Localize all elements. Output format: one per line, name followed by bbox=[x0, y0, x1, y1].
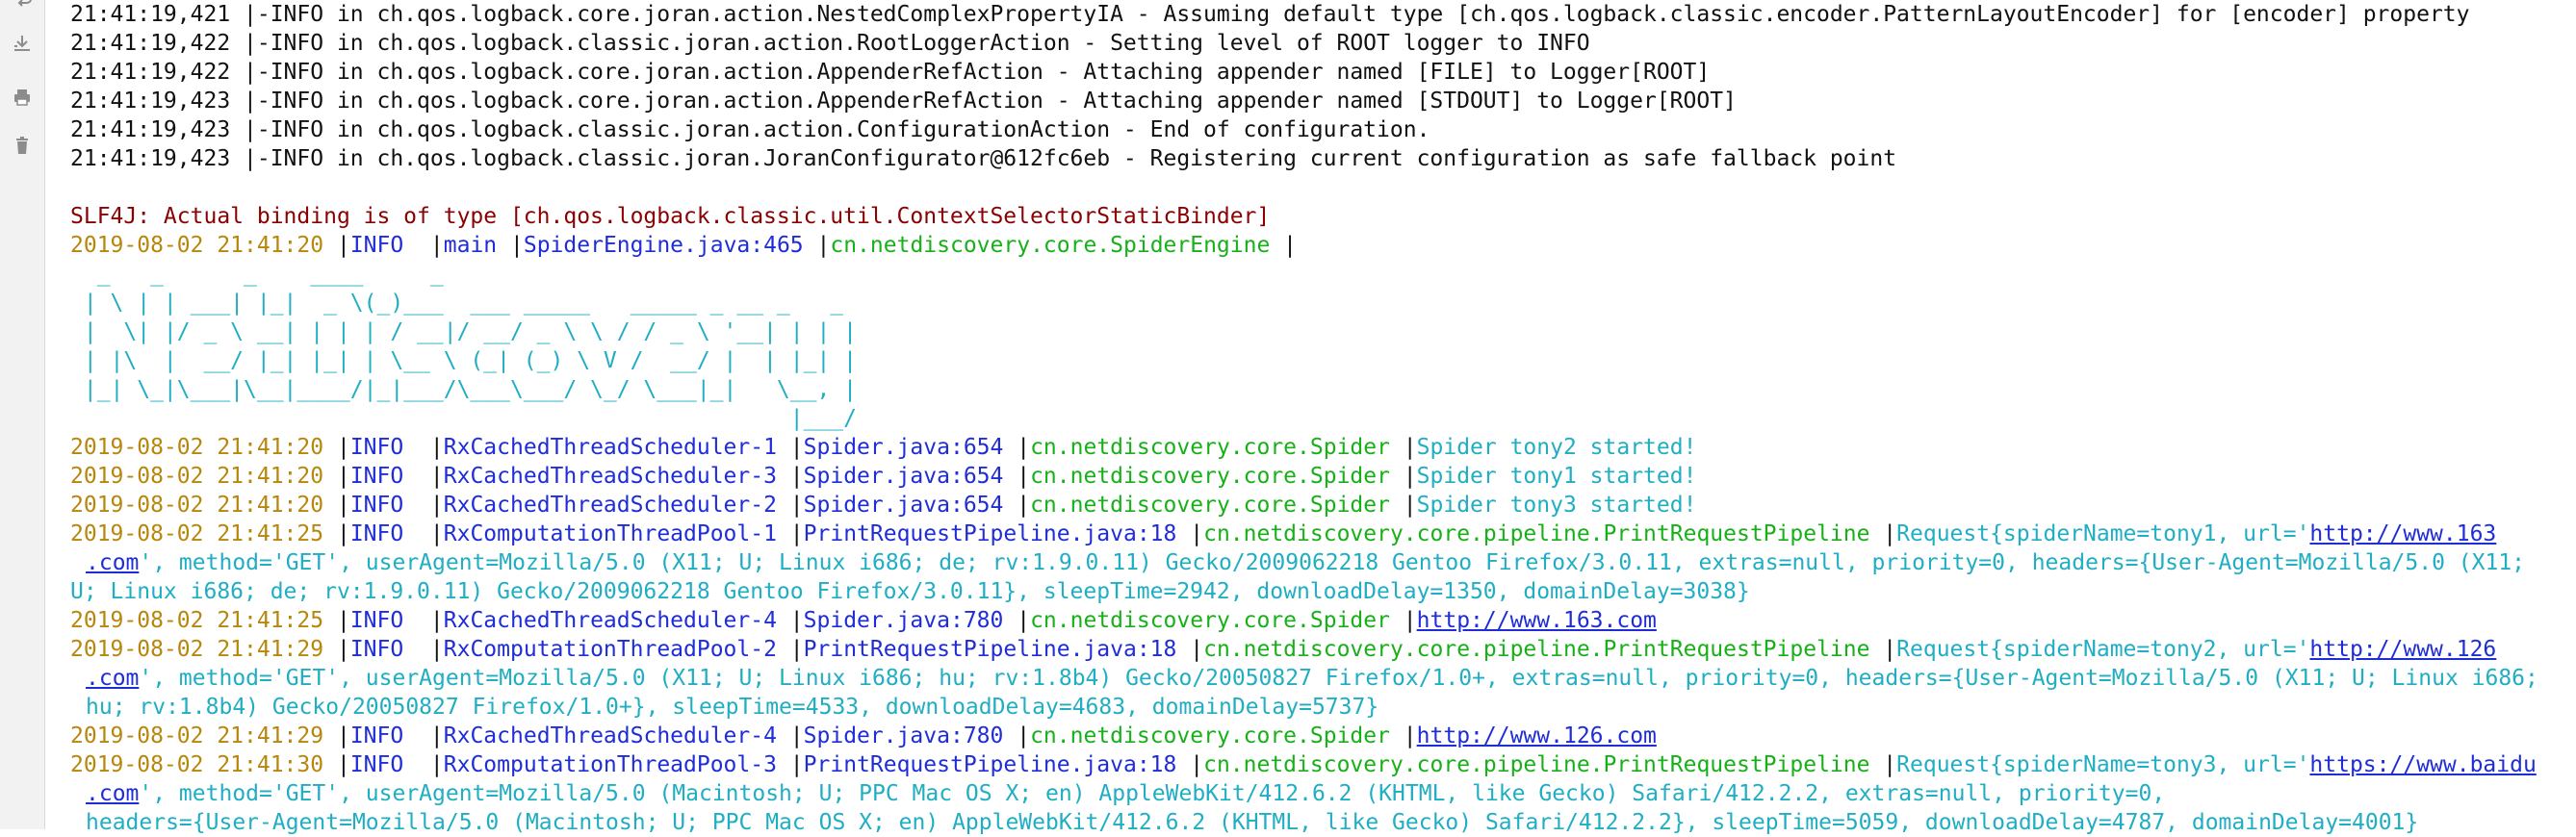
log-timestamp: 2019-08-02 21:41:20 bbox=[70, 233, 324, 258]
log-logger: cn.netdiscovery.core.Spider bbox=[1030, 464, 1390, 489]
log-level: INFO bbox=[349, 464, 418, 489]
log-source: Spider.java:654 bbox=[803, 464, 1004, 489]
log-line-wrap: .com', method='GET', userAgent=Mozilla/5… bbox=[70, 664, 2576, 693]
log-level: INFO bbox=[349, 435, 418, 460]
log-thread: RxCachedThreadScheduler-1 bbox=[443, 435, 777, 460]
banner-line: |_| \_|\___|\__|____/|_|___/\___\___/ \_… bbox=[70, 377, 857, 402]
log-level: INFO bbox=[349, 723, 418, 748]
log-source: Spider.java:654 bbox=[803, 493, 1004, 518]
slf4j-line: SLF4J: Actual binding is of type [ch.qos… bbox=[70, 204, 1271, 229]
log-line-request: 2019-08-02 21:41:25 |INFO |RxComputation… bbox=[70, 521, 2497, 546]
request-url-link[interactable]: http://www.163 bbox=[2309, 521, 2496, 546]
log-level: INFO bbox=[349, 233, 418, 258]
banner-line: _ _ _ ____ _ bbox=[70, 262, 964, 287]
log-timestamp: 2019-08-02 21:41:30 bbox=[70, 752, 324, 777]
log-message: Spider tony1 started! bbox=[1416, 464, 1697, 489]
log-line-spider: 2019-08-02 21:41:20 |INFO |RxCachedThrea… bbox=[70, 464, 1697, 489]
log-message: ', method='GET', userAgent=Mozilla/5.0 (… bbox=[139, 666, 2538, 691]
request-url-link[interactable]: .com bbox=[86, 550, 139, 575]
log-source: Spider.java:654 bbox=[803, 435, 1004, 460]
log-line-engine: 2019-08-02 21:41:20 |INFO |main |SpiderE… bbox=[70, 233, 1298, 258]
log-level: INFO bbox=[349, 493, 418, 518]
fetched-url-link[interactable]: http://www.163.com bbox=[1417, 608, 1657, 633]
log-logger: cn.netdiscovery.core.pipeline.PrintReque… bbox=[1203, 637, 1870, 662]
banner-line: | \| |/ _ \ __| | | | / __|/ __/ _ \ \ /… bbox=[70, 319, 857, 344]
log-logger: cn.netdiscovery.core.pipeline.PrintReque… bbox=[1203, 752, 1870, 777]
banner-line: |___/ bbox=[70, 406, 870, 431]
log-line-wrap: headers={User-Agent=Mozilla/5.0 (Macinto… bbox=[86, 810, 2419, 835]
request-url-link[interactable]: https://www.baidu bbox=[2309, 752, 2536, 777]
log-logger: cn.netdiscovery.core.Spider bbox=[1030, 435, 1390, 460]
log-message: Request{spiderName=tony3, url=' bbox=[1896, 752, 2310, 777]
console-toolbar bbox=[0, 0, 45, 829]
log-line-fetch: 2019-08-02 21:41:25 |INFO |RxCachedThrea… bbox=[70, 608, 1657, 633]
log-line: 21:41:19,423 |-INFO in ch.qos.logback.co… bbox=[70, 89, 1737, 114]
log-thread: RxCachedThreadScheduler-4 bbox=[443, 608, 777, 633]
log-thread: main bbox=[443, 233, 498, 258]
log-source: Spider.java:780 bbox=[803, 608, 1004, 633]
scroll-to-end-icon[interactable] bbox=[8, 29, 37, 58]
log-logger: cn.netdiscovery.core.Spider bbox=[1030, 493, 1390, 518]
log-line-fetch: 2019-08-02 21:41:29 |INFO |RxCachedThrea… bbox=[70, 723, 1657, 748]
log-thread: RxCachedThreadScheduler-4 bbox=[443, 723, 777, 748]
log-timestamp: 2019-08-02 21:41:20 bbox=[70, 464, 324, 489]
log-level: INFO bbox=[349, 637, 418, 662]
log-line-request: 2019-08-02 21:41:30 |INFO |RxComputation… bbox=[70, 752, 2537, 777]
log-message: Request{spiderName=tony2, url=' bbox=[1896, 637, 2310, 662]
log-line-wrap: .com', method='GET', userAgent=Mozilla/5… bbox=[70, 779, 2576, 808]
log-line: 21:41:19,423 |-INFO in ch.qos.logback.cl… bbox=[70, 117, 1430, 142]
log-source: PrintRequestPipeline.java:18 bbox=[803, 752, 1177, 777]
log-message: Spider tony2 started! bbox=[1416, 435, 1697, 460]
log-timestamp: 2019-08-02 21:41:25 bbox=[70, 608, 324, 633]
log-logger: cn.netdiscovery.core.pipeline.PrintReque… bbox=[1203, 521, 1870, 546]
log-logger: cn.netdiscovery.core.SpiderEngine bbox=[830, 233, 1271, 258]
log-level: INFO bbox=[349, 608, 418, 633]
log-thread: RxCachedThreadScheduler-2 bbox=[443, 493, 777, 518]
log-thread: RxComputationThreadPool-3 bbox=[443, 752, 777, 777]
soft-wrap-icon[interactable] bbox=[8, 0, 37, 15]
log-message: Request{spiderName=tony1, url=' bbox=[1896, 521, 2310, 546]
log-timestamp: 2019-08-02 21:41:25 bbox=[70, 521, 324, 546]
log-source: Spider.java:780 bbox=[803, 723, 1004, 748]
log-timestamp: 2019-08-02 21:41:20 bbox=[70, 493, 324, 518]
log-source: SpiderEngine.java:465 bbox=[523, 233, 804, 258]
clear-all-icon[interactable] bbox=[8, 131, 37, 160]
print-icon[interactable] bbox=[8, 83, 37, 112]
log-message: ', method='GET', userAgent=Mozilla/5.0 (… bbox=[139, 781, 2166, 806]
log-timestamp: 2019-08-02 21:41:29 bbox=[70, 723, 324, 748]
request-url-link[interactable]: .com bbox=[86, 781, 139, 806]
log-line-spider: 2019-08-02 21:41:20 |INFO |RxCachedThrea… bbox=[70, 493, 1697, 518]
log-thread: RxCachedThreadScheduler-3 bbox=[443, 464, 777, 489]
log-line-wrap: hu; rv:1.8b4) Gecko/20050827 Firefox/1.0… bbox=[86, 695, 1379, 720]
log-message: Spider tony3 started! bbox=[1416, 493, 1697, 518]
log-source: PrintRequestPipeline.java:18 bbox=[803, 521, 1177, 546]
log-timestamp: 2019-08-02 21:41:20 bbox=[70, 435, 324, 460]
log-message: ', method='GET', userAgent=Mozilla/5.0 (… bbox=[139, 550, 2526, 575]
log-timestamp: 2019-08-02 21:41:29 bbox=[70, 637, 324, 662]
log-line-wrap: U; Linux i686; de; rv:1.9.0.11) Gecko/20… bbox=[70, 579, 1750, 604]
request-url-link[interactable]: http://www.126 bbox=[2309, 637, 2496, 662]
log-line: 21:41:19,422 |-INFO in ch.qos.logback.co… bbox=[70, 60, 1711, 85]
fetched-url-link[interactable]: http://www.126.com bbox=[1417, 723, 1657, 748]
log-line-wrap: .com', method='GET', userAgent=Mozilla/5… bbox=[70, 548, 2576, 577]
log-line-request: 2019-08-02 21:41:29 |INFO |RxComputation… bbox=[70, 637, 2497, 662]
log-level: INFO bbox=[349, 752, 418, 777]
log-logger: cn.netdiscovery.core.Spider bbox=[1030, 608, 1390, 633]
banner-line: | \ | | ___| |_| _ \(_)___ ___ _____ ___… bbox=[70, 291, 857, 316]
banner-line: | |\ | __/ |_| |_| | \__ \ (_| (_) \ V /… bbox=[70, 348, 857, 373]
log-thread: RxComputationThreadPool-1 bbox=[443, 521, 777, 546]
log-thread: RxComputationThreadPool-2 bbox=[443, 637, 777, 662]
log-logger: cn.netdiscovery.core.Spider bbox=[1030, 723, 1390, 748]
log-line: 21:41:19,423 |-INFO in ch.qos.logback.cl… bbox=[70, 146, 1897, 171]
log-line: 21:41:19,422 |-INFO in ch.qos.logback.cl… bbox=[70, 31, 1590, 56]
console-output: 21:41:19,421 |-INFO in ch.qos.logback.co… bbox=[70, 0, 2576, 835]
log-line-spider: 2019-08-02 21:41:20 |INFO |RxCachedThrea… bbox=[70, 435, 1697, 460]
request-url-link[interactable]: .com bbox=[86, 666, 139, 691]
log-line: 21:41:19,421 |-INFO in ch.qos.logback.co… bbox=[70, 2, 2470, 27]
log-level: INFO bbox=[349, 521, 418, 546]
log-source: PrintRequestPipeline.java:18 bbox=[803, 637, 1177, 662]
